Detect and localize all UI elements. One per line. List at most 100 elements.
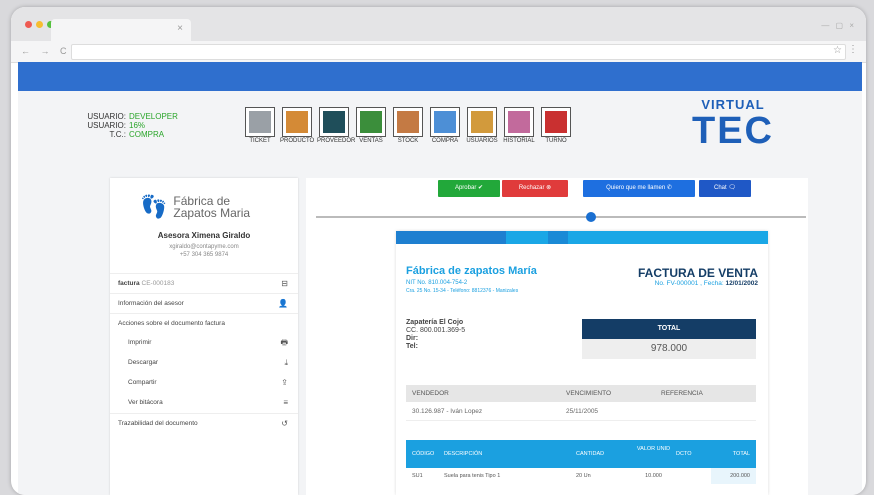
sidebar-item-label: Compartir bbox=[128, 379, 157, 386]
vendor-row: 30.126.987 - Iván Lopez 25/11/2005 bbox=[406, 402, 756, 421]
total-box: TOTAL 978.000 bbox=[582, 319, 756, 359]
advisor-email[interactable]: xgiraldo@contapyme.com bbox=[110, 244, 298, 250]
toolbar-label: TICKET bbox=[249, 138, 271, 144]
sidebar-item[interactable]: Acciones sobre el documento factura bbox=[110, 313, 298, 333]
sidebar-item-label: Acciones sobre el documento factura bbox=[118, 320, 225, 327]
user-label: USUARIO: bbox=[87, 112, 126, 121]
vendor-table: VENDEDOR VENCIMIENTO REFERENCIA 30.126.9… bbox=[406, 385, 756, 421]
company-brand-name: Fábrica de Zapatos Maria bbox=[173, 194, 251, 220]
sidebar-item[interactable]: Trazabilidad del documento ↺ bbox=[110, 413, 298, 433]
invoice-number-label: No. FV-000001 , Fecha: bbox=[654, 280, 726, 287]
reference-header: REFERENCIA bbox=[661, 390, 703, 397]
toolbar-compra-button[interactable]: COMPRA bbox=[428, 107, 462, 144]
advisor-card: Asesora Ximena Giraldo xgiraldo@contapym… bbox=[110, 231, 298, 258]
invoice-stripe bbox=[568, 231, 768, 244]
user-value: 16% bbox=[129, 121, 146, 130]
stock-boxes-icon bbox=[393, 107, 423, 137]
document-slider[interactable] bbox=[316, 212, 806, 222]
toolbar-stock-button[interactable]: STOCK bbox=[391, 107, 425, 144]
client-info: Zapatería El Cojo CC. 800.001.369-5 Dir:… bbox=[406, 319, 465, 351]
toolbar-producto-button[interactable]: PRODUCTO bbox=[280, 107, 314, 144]
toolbar-label: STOCK bbox=[397, 138, 419, 144]
document-sidebar: 👣 Fábrica de Zapatos Maria Asesora Ximen… bbox=[110, 178, 298, 495]
sidebar-item-label: factura bbox=[118, 280, 140, 287]
sidebar-item[interactable]: Ver bitácora ≡ bbox=[110, 393, 298, 413]
code-header: CÓDIGO bbox=[412, 451, 435, 457]
share-icon: ⇪ bbox=[281, 378, 288, 387]
invoice-stripe bbox=[396, 231, 506, 244]
item-row: SU1 Suela para tenis Tipo 1 20 Un 10.000… bbox=[406, 468, 756, 484]
vendor-cell: 30.126.987 - Iván Lopez bbox=[412, 408, 483, 415]
browser-tab[interactable]: × bbox=[51, 19, 191, 41]
sidebar-item[interactable]: Compartir ⇪ bbox=[110, 373, 298, 393]
invoice-preview: Fábrica de zapatos María NIT No. 810.004… bbox=[396, 231, 768, 495]
sidebar-item-label: Ver bitácora bbox=[128, 399, 163, 406]
sidebar-item-label: Descargar bbox=[128, 359, 158, 366]
item-total: 200.000 bbox=[711, 468, 756, 484]
tab-bar: × — ▢ × bbox=[11, 7, 866, 41]
sidebar-item-suffix: CE-000183 bbox=[139, 280, 175, 287]
url-input[interactable] bbox=[71, 44, 846, 60]
invoice-stripe bbox=[506, 231, 548, 244]
logo-line2: TEC bbox=[692, 110, 774, 152]
close-window-dot[interactable] bbox=[25, 21, 32, 28]
toolbar-label: PROVEEDOR bbox=[317, 138, 356, 144]
sidebar-item[interactable]: Imprimir 🖶 bbox=[110, 333, 298, 353]
sidebar-item[interactable]: factura CE-000183 ⊟ bbox=[110, 273, 298, 293]
approve-button[interactable]: Aprobar ✔ bbox=[438, 180, 500, 197]
window-controls[interactable]: — ▢ × bbox=[821, 21, 856, 30]
vendor-header: VENDEDOR bbox=[412, 390, 449, 397]
call-me-button[interactable]: Quiero que me llamen ✆ bbox=[583, 180, 695, 197]
ticket-icon bbox=[245, 107, 275, 137]
chat-button[interactable]: Chat 🗨 bbox=[699, 180, 751, 197]
item-unit-value: 10.000 bbox=[645, 473, 662, 479]
toolbar-label: USUARIOS bbox=[466, 138, 498, 144]
toolbar-historial-button[interactable]: HISTORIAL bbox=[502, 107, 536, 144]
footprints-icon: 👣 bbox=[140, 194, 168, 219]
minimize-window-dot[interactable] bbox=[36, 21, 43, 28]
unit-value-header: VALOR UNID bbox=[636, 446, 671, 452]
print-icon: 🖶 bbox=[280, 338, 288, 347]
toolbar-ventas-button[interactable]: VENTAS bbox=[354, 107, 388, 144]
invoice-number: No. FV-000001 , Fecha: 12/01/2002 bbox=[655, 280, 758, 287]
slider-knob[interactable] bbox=[585, 212, 596, 222]
reject-button[interactable]: Rechazar ⊗ bbox=[502, 180, 568, 197]
invoice-stripe bbox=[548, 231, 568, 244]
items-table: CÓDIGO DESCRIPCIÓN CANTIDAD VALOR UNID D… bbox=[406, 440, 756, 484]
client-cc: CC. 800.001.369-5 bbox=[406, 327, 466, 334]
sidebar-menu: factura CE-000183 ⊟ Información del asesor… bbox=[110, 273, 298, 433]
item-description: Suela para tenis Tipo 1 bbox=[444, 473, 501, 479]
toolbar-proveedor-button[interactable]: PROVEEDOR bbox=[317, 107, 356, 144]
browser-menu-icon[interactable]: ⋮ bbox=[848, 44, 858, 55]
document-icon: ⊟ bbox=[281, 279, 288, 288]
user-value: DEVELOPER bbox=[129, 112, 178, 121]
total-label: TOTAL bbox=[582, 319, 756, 339]
due-header: VENCIMIENTO bbox=[566, 390, 612, 397]
log-icon: ≡ bbox=[283, 398, 288, 407]
sidebar-item[interactable]: Información del asesor 👤 bbox=[110, 293, 298, 313]
toolbar-usuarios-button[interactable]: USUARIOS bbox=[465, 107, 499, 144]
toolbar-label: TURNO bbox=[545, 138, 567, 144]
advisor-name: Asesora Ximena Giraldo bbox=[157, 231, 251, 240]
virtualtec-logo: VIRTUAL TEC bbox=[683, 97, 783, 157]
total-value: 978.000 bbox=[650, 343, 688, 354]
toolbar-ticket-button[interactable]: TICKET bbox=[243, 107, 277, 144]
item-discount bbox=[676, 468, 711, 484]
due-cell: 25/11/2005 bbox=[566, 408, 599, 415]
user-icon: 👤 bbox=[278, 299, 288, 308]
total-header: TOTAL bbox=[732, 451, 750, 457]
toolbar-turno-button[interactable]: TURNO bbox=[539, 107, 573, 144]
invoice-title: FACTURA DE VENTA bbox=[638, 266, 758, 280]
user-info: USUARIO: DEVELOPER USUARIO: 16% T.C.: COMPR… bbox=[80, 112, 178, 139]
bookmark-star-icon[interactable]: ☆ bbox=[833, 45, 842, 56]
sidebar-item[interactable]: Descargar ⤓ bbox=[110, 353, 298, 373]
client-dir: Dir: bbox=[406, 335, 419, 342]
browser-window: × — ▢ × ← → C ☆ ⋮ USUARIO: DEVELOPER USUA… bbox=[11, 7, 866, 495]
advisor-phone: +57 304 365 9874 bbox=[179, 252, 229, 258]
nav-buttons[interactable]: ← → C bbox=[21, 46, 71, 56]
sidebar-item-label: Imprimir bbox=[128, 339, 152, 346]
company-brand: 👣 Fábrica de Zapatos Maria bbox=[140, 194, 263, 220]
tc-label: T.C.: bbox=[109, 130, 126, 139]
tab-close-icon[interactable]: × bbox=[177, 23, 183, 34]
invoice-address: Cra. 25 No. 15-34 - Teléfono: 8812376 - … bbox=[406, 288, 519, 294]
